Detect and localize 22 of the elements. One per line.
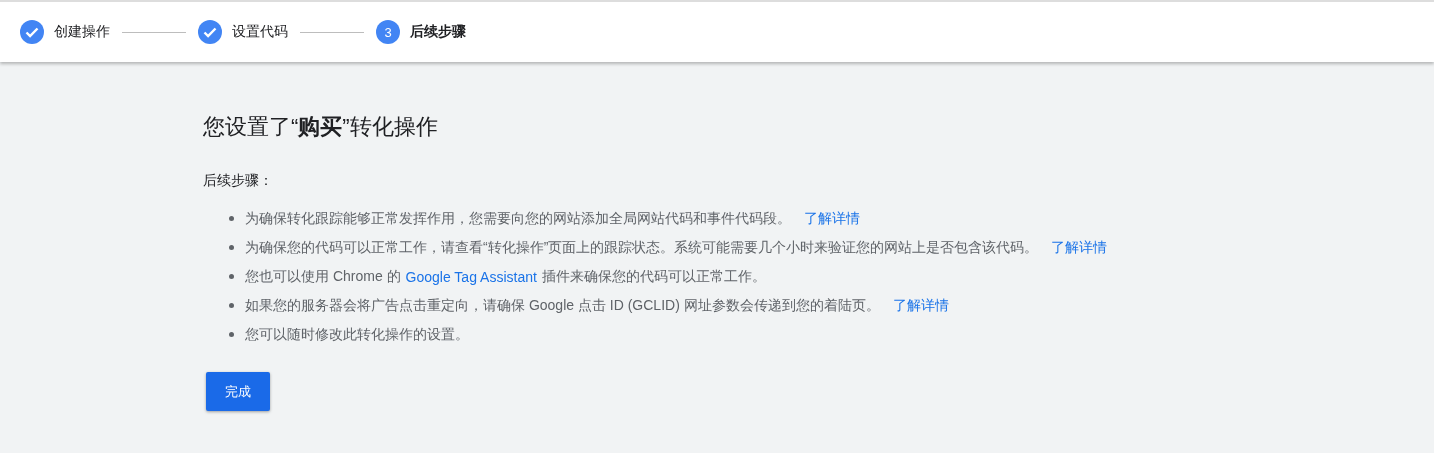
bullet-text: 为确保您的代码可以正常工作，请查看“转化操作”页面上的跟踪状态。系统可能需要几个小时来验证您的网站上是否包含该代码。 bbox=[245, 238, 1039, 257]
learn-more-link[interactable]: 了解详情 bbox=[1051, 238, 1108, 257]
page-title: 您设置了“购买”转化操作 bbox=[203, 113, 439, 141]
bullet-icon bbox=[229, 245, 234, 250]
learn-more-link[interactable]: Google Tag Assistant bbox=[405, 268, 537, 285]
bullet-text: 您也可以使用 Chrome 的 bbox=[245, 267, 401, 286]
step-label: 创建操作 bbox=[54, 23, 110, 41]
bullet-icon bbox=[229, 303, 234, 308]
learn-more-link[interactable]: 了解详情 bbox=[892, 296, 949, 315]
learn-more-link[interactable]: 了解详情 bbox=[804, 209, 860, 228]
bullet-icon bbox=[229, 332, 234, 337]
section-heading: 后续步骤： bbox=[203, 172, 274, 190]
bullet-icon bbox=[229, 274, 234, 279]
bullet-text: 如果您的服务器会将广告点击重定向，请确保 Google 点击 ID (GCLID) 网址参数会传递到您的着陆页。 bbox=[245, 296, 880, 315]
bullet-text: 您可以随时修改此转化操作的设置。 bbox=[245, 325, 469, 344]
step-label: 后续步骤 bbox=[410, 23, 466, 41]
done-button[interactable]: 完成 bbox=[206, 372, 270, 411]
step-label: 设置代码 bbox=[232, 23, 288, 41]
bullet-text: 为确保转化跟踪能够正常发挥作用，您需要向您的网站添加全局网站代码和事件代码段。 bbox=[245, 209, 791, 228]
bullet-text: 插件来确保您的代码可以正常工作。 bbox=[541, 267, 766, 286]
step-number: 3 bbox=[376, 20, 400, 44]
bullet-icon bbox=[229, 216, 234, 221]
